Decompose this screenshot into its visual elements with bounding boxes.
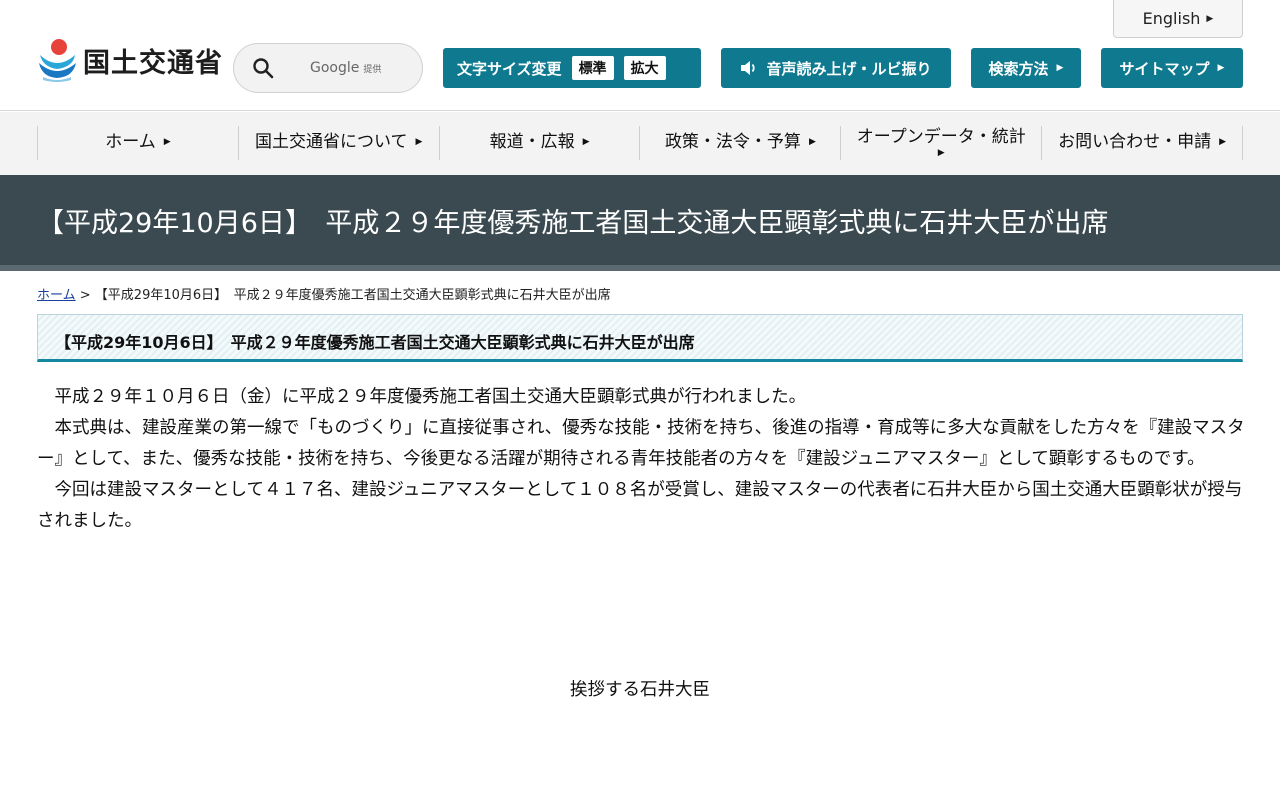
page-title-band: 【平成29年10月6日】 平成２９年度優秀施工者国土交通大臣顕彰式典に石井大臣が… xyxy=(0,175,1280,271)
nav-item-opendata[interactable]: オープンデータ・統計 ▶ xyxy=(841,126,1043,160)
section-heading-box: 【平成29年10月6日】 平成２９年度優秀施工者国土交通大臣顕彰式典に石井大臣が… xyxy=(37,314,1243,362)
nav-item-press[interactable]: 報道・広報 ▶ xyxy=(440,126,641,160)
triangle-right-icon: ▶ xyxy=(937,148,945,158)
nav-item-contact[interactable]: お問い合わせ・申請 ▶ xyxy=(1042,126,1243,160)
global-nav: ホーム ▶ 国土交通省について ▶ 報道・広報 ▶ 政策・法令・予算 ▶ オープンデータ… xyxy=(0,112,1280,175)
paragraph: 今回は建設マスターとして４１７名、建設ジュニアマスターとして１０８名が受賞し、建… xyxy=(37,480,1243,531)
triangle-right-icon: ▶ xyxy=(1219,137,1227,148)
breadcrumb-separator: > xyxy=(75,288,95,303)
font-size-control: 文字サイズ変更 標準 拡大 xyxy=(443,48,701,88)
nav-item-about[interactable]: 国土交通省について ▶ xyxy=(239,126,440,160)
triangle-right-icon: ▶ xyxy=(1056,63,1064,73)
article-body: 平成２９年１０月６日（金）に平成２９年度優秀施工者国土交通大臣顕彰式典が行われま… xyxy=(37,382,1247,537)
breadcrumb: ホーム > 【平成29年10月6日】 平成２９年度優秀施工者国土交通大臣顕彰式典… xyxy=(37,284,611,303)
triangle-right-icon: ▶ xyxy=(163,137,171,148)
photo-caption: 挨拶する石井大臣 xyxy=(570,680,710,700)
english-label: English xyxy=(1142,9,1201,28)
search-method-button[interactable]: 検索方法 ▶ xyxy=(971,48,1081,88)
triangle-right-icon: ▶ xyxy=(808,137,816,148)
voice-ruby-label: 音声読み上げ・ルビ振り xyxy=(766,59,932,78)
paragraph: 本式典は、建設産業の第一線で「ものづくり」に直接従事され、優秀な技能・技術を持ち… xyxy=(37,418,1245,469)
breadcrumb-current: 【平成29年10月6日】 平成２９年度優秀施工者国土交通大臣顕彰式典に石井大臣が… xyxy=(94,288,611,303)
paragraph: 平成２９年１０月６日（金）に平成２９年度優秀施工者国土交通大臣顕彰式典が行われま… xyxy=(54,387,807,407)
font-size-standard-button[interactable]: 標準 xyxy=(571,56,614,80)
triangle-right-icon: ▶ xyxy=(415,137,423,148)
logo-text: 国土交通省 xyxy=(83,47,223,79)
site-header: English ▶ 国土交通省 Google 提供 文字サイズ変更 標準 拡大 音… xyxy=(0,0,1280,111)
sitemap-label: サイトマップ xyxy=(1119,59,1210,78)
section-heading: 【平成29年10月6日】 平成２９年度優秀施工者国土交通大臣顕彰式典に石井大臣が… xyxy=(55,333,695,352)
search-input[interactable]: Google 提供 xyxy=(233,43,423,93)
search-method-label: 検索方法 xyxy=(988,59,1049,78)
speaker-icon xyxy=(741,61,756,75)
sitemap-button[interactable]: サイトマップ ▶ xyxy=(1101,48,1243,88)
search-icon xyxy=(253,58,274,79)
triangle-right-icon: ▶ xyxy=(582,137,590,148)
font-size-large-button[interactable]: 拡大 xyxy=(623,56,666,80)
triangle-right-icon: ▶ xyxy=(1206,13,1214,24)
nav-item-home[interactable]: ホーム ▶ xyxy=(38,126,239,160)
breadcrumb-home-link[interactable]: ホーム xyxy=(37,288,76,303)
search-provider: Google 提供 xyxy=(310,60,382,76)
font-size-label: 文字サイズ変更 xyxy=(457,59,562,78)
english-button[interactable]: English ▶ xyxy=(1113,0,1243,38)
nav-item-policy[interactable]: 政策・法令・予算 ▶ xyxy=(640,126,842,160)
mlit-logo-icon xyxy=(39,39,76,82)
triangle-right-icon: ▶ xyxy=(1217,63,1225,73)
voice-ruby-button[interactable]: 音声読み上げ・ルビ振り xyxy=(721,48,951,88)
page-title: 【平成29年10月6日】 平成２９年度優秀施工者国土交通大臣顕彰式典に石井大臣が… xyxy=(37,208,1109,239)
site-logo[interactable]: 国土交通省 xyxy=(37,37,223,83)
